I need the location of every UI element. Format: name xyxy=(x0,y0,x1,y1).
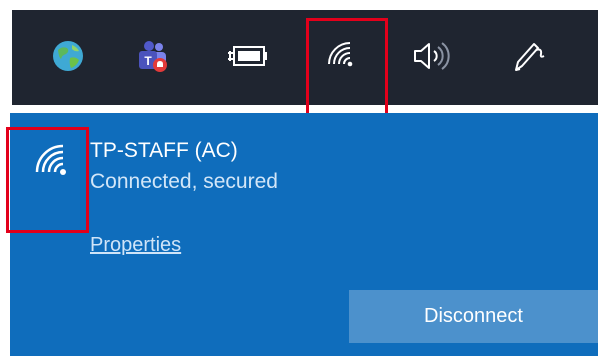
wifi-icon[interactable] xyxy=(319,32,367,80)
teams-icon[interactable]: T xyxy=(128,32,176,80)
taskbar-tray: T xyxy=(12,10,598,105)
network-status: Connected, secured xyxy=(90,170,278,193)
network-flyout: TP-STAFF (AC) Connected, secured Propert… xyxy=(10,113,598,356)
network-name[interactable]: TP-STAFF (AC) xyxy=(90,139,238,163)
volume-icon[interactable] xyxy=(407,32,455,80)
disconnect-button[interactable]: Disconnect xyxy=(349,290,598,343)
globe-icon[interactable] xyxy=(44,32,92,80)
battery-charging-icon[interactable] xyxy=(224,32,272,80)
properties-link[interactable]: Properties xyxy=(90,234,181,257)
svg-text:T: T xyxy=(144,54,152,68)
screenshot-stage: T TP-STAFF (AC) Connected, secured Prope… xyxy=(0,0,598,356)
pen-icon[interactable] xyxy=(504,32,552,80)
wifi-connected-icon xyxy=(35,144,66,175)
